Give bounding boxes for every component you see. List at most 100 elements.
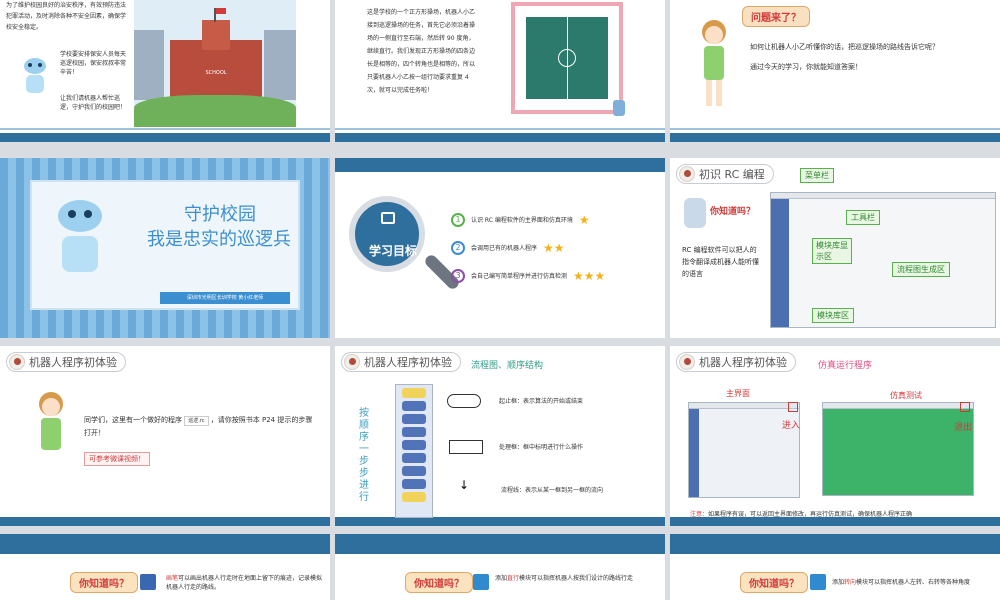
call-robot-text: 让我们请机器人帮忙巡逻，守护我们的校园吧！ [60, 95, 127, 111]
magnifier-illustration [349, 196, 425, 272]
slide-title-2: 我是忠实的巡逻兵 [147, 229, 291, 250]
know-bubble: 你知道吗？ [740, 572, 808, 593]
robot-illustration [684, 198, 706, 228]
label-tool: 工具栏 [846, 210, 880, 225]
slide-top-bar [335, 158, 665, 172]
exit-label: 退出 [954, 423, 973, 433]
slide-header: 机器人程序初体验 [676, 352, 796, 372]
slide-header: 初识 RC 编程 [676, 164, 774, 184]
instruction-part-1: 同学们，这里有一个做好的程序 [84, 416, 182, 424]
instruction-text: 同学们，这里有一个做好的程序 巡逻.rc ，请你按照书本 P24 提示的步骤打开… [84, 414, 314, 440]
program-file-chip[interactable]: 巡逻.rc [184, 416, 209, 426]
label-libarea: 模块库区 [812, 308, 854, 323]
flow-block [402, 440, 426, 450]
divider [0, 128, 330, 130]
straight-icon [473, 574, 489, 590]
know-bubble: 你知道吗？ [70, 572, 138, 593]
slide-11[interactable]: 你知道吗？ 添加直行模块可以指挥机器人按我们设计的路线行走 [335, 534, 665, 600]
flow-arrow: ↓ [459, 478, 470, 492]
process-shape [449, 440, 483, 454]
star-rating: ★ [578, 213, 590, 227]
label-flow: 流程图生成区 [892, 262, 950, 277]
slide-9[interactable]: 机器人程序初体验 仿真运行程序 主界面 仿真测试 进入 退出 注意：如果程序有误… [670, 346, 1000, 526]
module-panel [689, 409, 699, 497]
star-rating: ★★★ [573, 269, 606, 283]
header-title: 初识 RC 编程 [699, 168, 765, 181]
girl-illustration [34, 392, 68, 474]
avatar-icon [344, 354, 360, 370]
flowline-desc: 流程线：表示从某一框到另一框的流向 [501, 487, 604, 494]
slide-bottom-bar [670, 133, 1000, 142]
robot-icon [613, 100, 625, 116]
slide-12[interactable]: 你知道吗？ 添加转向模块可以指挥机器人左转、右转等各种角度 [670, 534, 1000, 600]
goal-text: 认识 RC 编程软件的主界面和仿真环境 [471, 216, 573, 224]
note-label: 注意： [690, 511, 709, 518]
flow-block [402, 388, 426, 398]
flowchart-screenshot [395, 384, 433, 518]
terminator-shape [447, 394, 481, 408]
slide-3[interactable]: 问题来了？ 如何让机器人小乙听懂你的话，把巡逻操场的路线告诉它呢？ 通过今天的学… [670, 0, 1000, 142]
goal-list: 1 认识 RC 编程软件的主界面和仿真环境 ★ 2 会调用已有的机器人程序 ★★… [451, 206, 661, 290]
number-badge: 1 [451, 213, 465, 227]
main-label: 主界面 [726, 389, 750, 398]
terminator-desc: 起止框：表示算法的开始或结束 [499, 398, 584, 405]
main-interface-screenshot [688, 402, 800, 498]
question-bubble: 问题来了？ [742, 6, 810, 27]
slide-1[interactable]: 为了维护校园良好的治安秩序，有效预防违法犯罪活动，及时消除各种不安全因素，确保学… [0, 0, 330, 142]
slide-header: 机器人程序初体验 [6, 352, 126, 372]
process-desc: 处理框：框中标明进行什么操作 [499, 444, 584, 451]
flow-block [402, 453, 426, 463]
flow-block [402, 492, 426, 502]
slide-7[interactable]: 机器人程序初体验 同学们，这里有一个做好的程序 巡逻.rc ，请你按照书本 P2… [0, 346, 330, 526]
intro-text: 为了维护校园良好的治安秩序，有效预防违法犯罪活动，及时消除各种不安全因素，确保学… [6, 2, 127, 31]
slide-top-bar [670, 534, 1000, 554]
answer-text: 通过今天的学习，你就能知道答案！ [750, 63, 862, 71]
prefix: 添加 [495, 575, 508, 582]
slide-4[interactable]: 守护校园 我是忠实的巡逻兵 深圳市光明区长圳学校 黄小红老师 [0, 158, 330, 338]
divider [335, 128, 665, 130]
video-note: 可参考微课视频！ [84, 452, 150, 466]
slide-header: 机器人程序初体验 [341, 352, 461, 372]
straight-desc: 添加直行模块可以指挥机器人按我们设计的路线行走 [495, 574, 655, 583]
slide-bottom-bar [0, 517, 330, 526]
flow-block [402, 479, 426, 489]
keyword: 转向 [844, 579, 857, 586]
slide-top-bar [335, 534, 665, 554]
enter-button-highlight[interactable] [788, 402, 798, 412]
flow-block [402, 401, 426, 411]
slide-bottom-bar [335, 517, 665, 526]
header-title: 机器人程序初体验 [29, 356, 117, 369]
number-badge: 2 [451, 241, 465, 255]
slide-5[interactable]: 学习目标 1 认识 RC 编程软件的主界面和仿真环境 ★ 2 会调用已有的机器人… [335, 158, 665, 338]
goal-item: 3 会自己编写简单程序并进行仿真检测 ★★★ [451, 262, 661, 290]
slide-bottom-bar [0, 133, 330, 142]
know-label: 你知道吗？ [710, 207, 756, 217]
prefix: 添加 [832, 579, 845, 586]
sub-title: 仿真运行程序 [818, 361, 873, 371]
slide-bottom-bar [335, 133, 665, 142]
pen-icon [140, 574, 156, 590]
side-caption: 按顺序一步步进行 [359, 408, 369, 503]
exit-button-highlight[interactable] [960, 402, 970, 412]
school-illustration: SCHOOL [134, 0, 296, 127]
avatar-icon [679, 354, 695, 370]
toolbar [823, 403, 973, 409]
slide-title-1: 守护校园 [184, 204, 256, 225]
slide-grid: 为了维护校园良好的治安秩序，有效预防违法犯罪活动，及时消除各种不安全因素，确保学… [0, 0, 1000, 600]
desc: 可以画出机器人行走时在地面上留下的痕迹，记录模拟机器人行走的路线。 [166, 575, 323, 591]
note-text: 注意：如果程序有误，可以返回主界面修改，再运行仿真测试，确保机器人程序正确 [690, 510, 990, 519]
slide-2[interactable]: 这是学校的一个正方形操场，机器人小乙接到巡逻操场的任务，首先它必须沿着操场的一侧… [335, 0, 665, 142]
slide-8[interactable]: 机器人程序初体验 流程图、顺序结构 按顺序一步步进行 起止框：表示算法的开始或结… [335, 346, 665, 526]
toolbar [771, 193, 995, 199]
avatar-icon [679, 166, 695, 182]
module-panel [771, 199, 789, 327]
avatar-icon [9, 354, 25, 370]
question-text: 如何让机器人小乙听懂你的话，把巡逻操场的路线告诉它呢？ [750, 43, 939, 51]
keyword: 画笔 [166, 575, 179, 582]
header-title: 机器人程序初体验 [699, 356, 787, 369]
know-bubble: 你知道吗？ [405, 572, 473, 593]
author-bar: 深圳市光明区长圳学校 黄小红老师 [160, 292, 290, 304]
simulation-screenshot [822, 402, 974, 496]
slide-10[interactable]: 你知道吗？ 画笔可以画出机器人行走时在地面上留下的痕迹，记录模拟机器人行走的路线… [0, 534, 330, 600]
slide-6[interactable]: 初识 RC 编程 你知道吗？ RC 编程软件可以把人的指令翻译成机器人能听懂的语… [670, 158, 1000, 338]
